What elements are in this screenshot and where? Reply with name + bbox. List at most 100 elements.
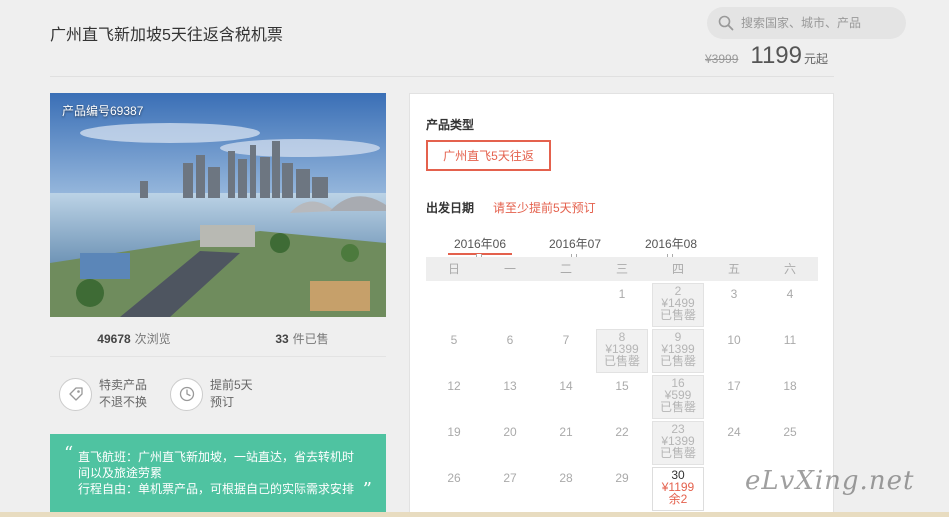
- calendar-day-13: 13: [482, 373, 538, 419]
- watermark: eLvXing.net: [745, 466, 915, 496]
- day-number: 18: [783, 379, 797, 393]
- day-status: 已售罄: [659, 354, 696, 368]
- feature-special-sale: 特卖产品 不退不换: [59, 377, 147, 411]
- search-box[interactable]: [707, 7, 906, 39]
- day-status: 已售罄: [659, 308, 696, 322]
- calendar-day-25: 25: [762, 419, 818, 465]
- calendar-day-box[interactable]: 30 ¥1199 余2: [652, 467, 704, 511]
- weekday-label: 日: [447, 262, 460, 276]
- calendar-day-16: 16 ¥599 已售罄: [650, 373, 706, 419]
- weekday-label: 五: [727, 262, 740, 276]
- description-line: 行程自由：单机票产品，可根据自己的实际需求安排: [78, 482, 355, 496]
- calendar-day-5: 5: [426, 327, 482, 373]
- month-tab-label: 2016年08: [644, 237, 698, 251]
- view-count-value: 49678: [97, 332, 131, 346]
- calendar-day-9: 9 ¥1399 已售罄: [650, 327, 706, 373]
- calendar-week-row: 1 2 ¥1499 已售罄 3 4: [426, 281, 818, 327]
- calendar-day-8: 8 ¥1399 已售罄: [594, 327, 650, 373]
- day-number: 4: [786, 287, 794, 301]
- current-price: 1199: [750, 42, 802, 69]
- calendar-day-17: 17: [706, 373, 762, 419]
- month-tab-label: 2016年07: [548, 237, 602, 251]
- calendar-day-box: 9 ¥1399 已售罄: [652, 329, 704, 373]
- product-title: 广州直飞新加坡5天往返含税机票: [50, 27, 283, 44]
- day-number: 27: [503, 471, 517, 485]
- calendar-week-row: 12 13 14 15 16 ¥599 已售罄 17 18: [426, 373, 818, 419]
- advance-booking-note: 请至少提前5天预订: [493, 201, 596, 215]
- calendar-day-box: 16 ¥599 已售罄: [652, 375, 704, 419]
- calendar-empty-cell: [426, 281, 482, 327]
- sold-count: 33 件已售: [218, 330, 386, 347]
- calendar-day-29: 29: [594, 465, 650, 511]
- calendar-day-3: 3: [706, 281, 762, 327]
- sold-count-label: 件已售: [292, 332, 329, 346]
- day-status: 已售罄: [659, 400, 696, 414]
- close-quote-icon: ”: [362, 479, 372, 500]
- calendar-day-19: 19: [426, 419, 482, 465]
- day-status: 已售罄: [603, 354, 640, 368]
- day-status: 余2: [668, 492, 688, 506]
- description-line: 间以及旅途劳累: [78, 466, 163, 480]
- day-number: 10: [727, 333, 741, 347]
- calendar-day-22: 22: [594, 419, 650, 465]
- sold-count-value: 33: [275, 332, 289, 346]
- feature-advance-booking: 提前5天 预订: [170, 377, 253, 411]
- day-number: 17: [727, 379, 741, 393]
- calendar-day-30[interactable]: 30 ¥1199 余2: [650, 465, 706, 511]
- product-type-label: 产品类型: [426, 118, 475, 132]
- calendar-day-18: 18: [762, 373, 818, 419]
- calendar-day-6: 6: [482, 327, 538, 373]
- view-count-label: 次浏览: [134, 332, 171, 346]
- calendar-week-row: 19 20 21 22 23 ¥1399 已售罄 24 25: [426, 419, 818, 465]
- calendar-day-20: 20: [482, 419, 538, 465]
- calendar-day-24: 24: [706, 419, 762, 465]
- calendar-day-15: 15: [594, 373, 650, 419]
- search-icon[interactable]: [717, 14, 735, 32]
- day-number: 20: [503, 425, 517, 439]
- stats-divider: [50, 356, 386, 357]
- feature-line2: 预订: [210, 395, 235, 409]
- description-line: 直飞航班：广州直飞新加坡，一站直达，省去转机时: [78, 450, 355, 464]
- view-count: 49678 次浏览: [50, 330, 218, 347]
- calendar-day-21: 21: [538, 419, 594, 465]
- month-tab-2016-07[interactable]: 2016年07: [543, 235, 607, 259]
- calendar-day-7: 7: [538, 327, 594, 373]
- search-input[interactable]: [741, 16, 891, 30]
- booking-panel: 产品类型 广州直飞5天往返 出发日期 请至少提前5天预订 2016年06 201…: [409, 93, 834, 517]
- product-type-option[interactable]: 广州直飞5天往返: [426, 140, 551, 171]
- day-number: 3: [730, 287, 738, 301]
- day-number: 26: [447, 471, 461, 485]
- day-number: 28: [559, 471, 573, 485]
- product-code: 产品编号69387: [62, 104, 144, 118]
- calendar-day-10: 10: [706, 327, 762, 373]
- description-box: “ 直飞航班：广州直飞新加坡，一站直达，省去转机时 间以及旅途劳累 行程自由：单…: [50, 434, 386, 517]
- header-divider: [50, 76, 834, 77]
- product-photo: 产品编号69387: [50, 93, 386, 317]
- day-number: 25: [783, 425, 797, 439]
- calendar-day-box: 23 ¥1399 已售罄: [652, 421, 704, 465]
- month-tab-2016-08[interactable]: 2016年08: [639, 235, 703, 259]
- feature-line1: 特卖产品: [99, 378, 148, 392]
- day-number: 13: [503, 379, 517, 393]
- stats-bar: 49678 次浏览 33 件已售: [50, 330, 386, 347]
- day-number: 12: [447, 379, 461, 393]
- calendar-day-box: 2 ¥1499 已售罄: [652, 283, 704, 327]
- weekday-label: 一: [503, 262, 516, 276]
- weekday-label: 四: [671, 262, 684, 276]
- calendar-week-row: 5 6 7 8 ¥1399 已售罄 9 ¥1399 已售罄 10 11: [426, 327, 818, 373]
- day-number: 7: [562, 333, 570, 347]
- day-number: 6: [506, 333, 514, 347]
- day-number: 21: [559, 425, 573, 439]
- calendar-day-4: 4: [762, 281, 818, 327]
- day-number: 14: [559, 379, 573, 393]
- open-quote-icon: “: [64, 443, 74, 464]
- month-tab-2016-06[interactable]: 2016年06: [448, 235, 512, 259]
- calendar-empty-cell: [538, 281, 594, 327]
- calendar-weekday-header: 日 一 二 三 四 五 六: [426, 257, 818, 281]
- calendar-day-28: 28: [538, 465, 594, 511]
- calendar-day-1: 1: [594, 281, 650, 327]
- calendar-day-box: 8 ¥1399 已售罄: [596, 329, 648, 373]
- calendar-day-23: 23 ¥1399 已售罄: [650, 419, 706, 465]
- calendar-day-27: 27: [482, 465, 538, 511]
- feature-line2: 不退不换: [99, 395, 148, 409]
